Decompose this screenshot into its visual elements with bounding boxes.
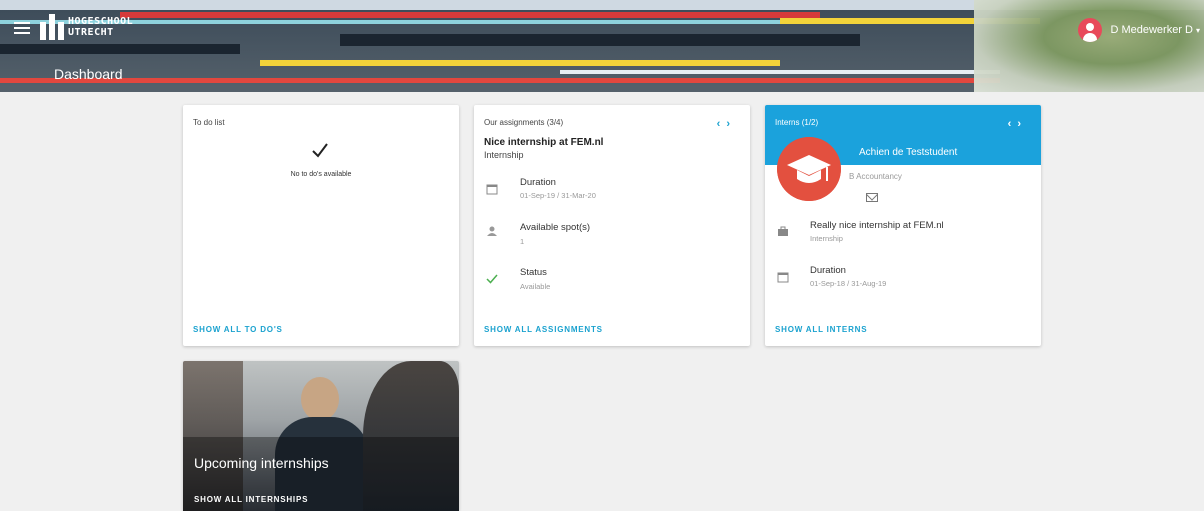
intern-name[interactable]: Achien de Teststudent [859,147,957,158]
intern-study: B Accountancy [849,172,902,181]
upcoming-internships-card: Upcoming internships SHOW ALL INTERNSHIP… [183,361,459,511]
mail-icon[interactable] [866,193,878,202]
banner-stripe [560,70,1000,74]
logo-mark-icon [38,14,68,40]
user-name: D Medewerker D [1110,24,1193,36]
todo-title: To do list [193,118,225,127]
duration-value: 01-Sep-19 / 31-Mar-20 [520,191,596,200]
banner-stripe [260,60,780,66]
assignments-title: Our assignments (3/4) [484,118,564,127]
calendar-icon [777,272,789,283]
person-icon [487,226,497,236]
banner-stripe [120,12,820,18]
intern-duration-value: 01-Sep-18 / 31-Aug-19 [810,279,887,288]
banner-stripe [0,78,1000,83]
university-logo[interactable]: HOGESCHOOL UTRECHT [38,14,133,40]
user-menu[interactable]: D Medewerker D ▾ [1078,18,1200,42]
assignment-type: Internship [484,150,524,160]
calendar-icon [486,184,498,195]
briefcase-icon [778,226,788,236]
assignments-count: (3/4) [546,118,564,127]
status-value: Available [520,282,551,291]
next-arrow-icon[interactable]: › [726,118,736,130]
spots-value: 1 [520,237,525,246]
assignments-nav: ‹› [717,118,736,130]
todo-empty-text: No to do's available [290,171,352,178]
show-all-interns-link[interactable]: SHOW ALL INTERNS [775,325,867,334]
chevron-down-icon: ▾ [1195,25,1200,35]
menu-button[interactable] [14,22,30,36]
interns-card: Interns (1/2) ‹› Achien de Teststudent B… [765,105,1041,346]
intern-assignment-label: Really nice internship at FEM.nl [810,220,944,231]
todo-card: To do list No to do's available SHOW ALL… [183,105,459,346]
intern-assignment-type: Internship [810,234,843,243]
banner-windows [340,34,860,46]
graduation-cap-icon [777,137,841,201]
interns-title: Interns (1/2) [775,118,819,127]
spots-label: Available spot(s) [520,222,591,233]
status-label: Status [520,267,547,278]
check-icon [486,274,498,284]
assignment-name: Nice internship at FEM.nl [484,137,604,148]
next-arrow-icon[interactable]: › [1017,118,1027,130]
show-all-assignments-link[interactable]: SHOW ALL ASSIGNMENTS [484,325,603,334]
upcoming-title: Upcoming internships [194,455,329,471]
banner-tree [974,0,1204,92]
assignments-card: Our assignments (3/4) ‹› Nice internship… [474,105,750,346]
prev-arrow-icon[interactable]: ‹ [717,118,727,130]
photo-person [301,377,339,421]
show-all-internships-link[interactable]: SHOW ALL INTERNSHIPS [194,495,308,504]
header-banner: HOGESCHOOL UTRECHT Dashboard D Medewerke… [0,0,1204,92]
duration-label: Duration [520,177,556,188]
logo-text: HOGESCHOOL UTRECHT [68,16,134,38]
interns-count: (1/2) [801,118,819,127]
intern-duration-label: Duration [810,265,846,276]
banner-windows [0,44,240,54]
interns-nav: ‹› [1008,118,1027,130]
prev-arrow-icon[interactable]: ‹ [1008,118,1018,130]
show-all-todos-link[interactable]: SHOW ALL TO DO'S [193,325,283,334]
page-title: Dashboard [54,66,123,82]
user-avatar-icon [1078,18,1103,42]
checkmark-icon [312,143,328,158]
